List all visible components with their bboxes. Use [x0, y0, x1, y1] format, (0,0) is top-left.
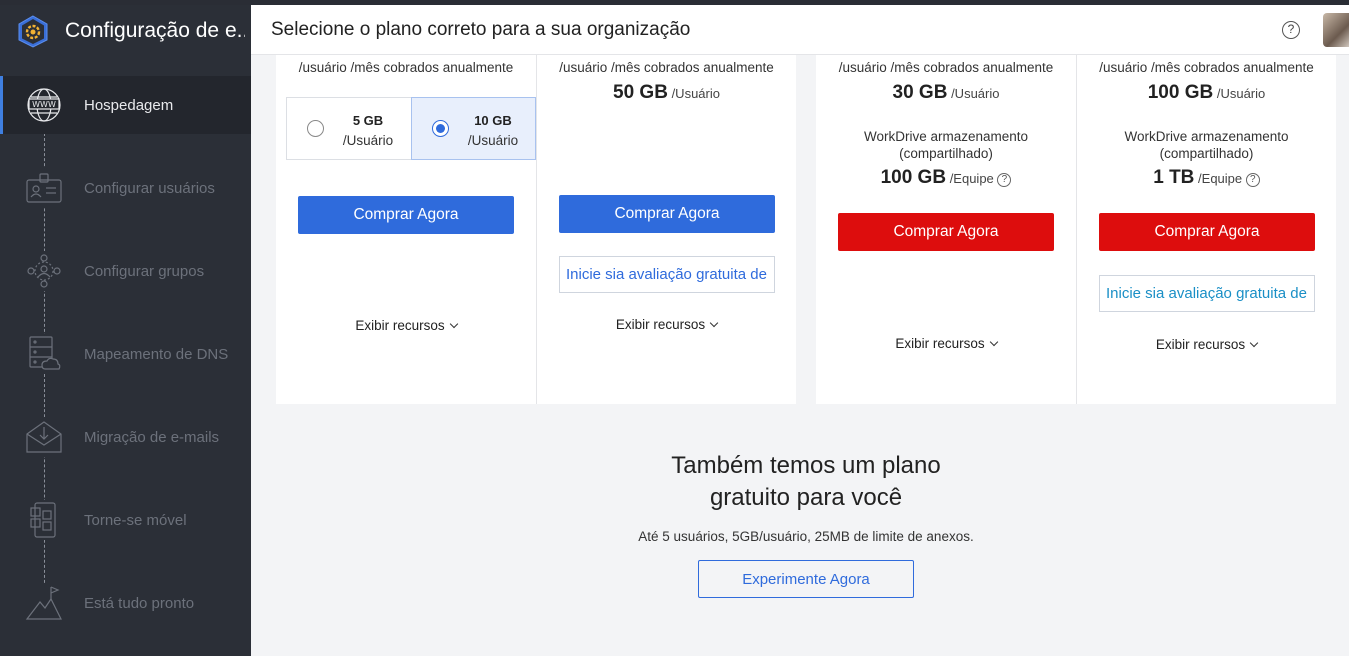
show-features-link[interactable]: Exibir recursos — [537, 317, 796, 332]
show-features-link[interactable]: Exibir recursos — [276, 318, 536, 333]
app-title: Configuração de e... — [65, 19, 245, 42]
info-icon[interactable]: ? — [1245, 172, 1260, 187]
radio-button-selected[interactable] — [432, 120, 449, 137]
mountain-flag-icon — [24, 583, 64, 623]
sidebar-step-migracao-emails[interactable]: Migração de e-mails — [0, 408, 251, 466]
buy-now-button[interactable]: Comprar Agora — [838, 213, 1054, 251]
sidebar-step-hospedagem[interactable]: WWW Hospedagem — [0, 76, 251, 134]
free-plan-title: Também temos um plano gratuito para você — [671, 452, 941, 511]
sidebar: Configuração de e... WWW Hospedagem Conf… — [0, 5, 251, 656]
billing-note: /usuário /mês cobrados anualmente — [1099, 60, 1314, 75]
billing-note: /usuário /mês cobrados anualmente — [838, 60, 1054, 75]
workdrive-label: WorkDrive armazenamento (compartilhado) — [1124, 129, 1289, 161]
plan-card-3: /usuário /mês cobrados anualmente 30 GB … — [816, 55, 1076, 404]
try-free-button[interactable]: Experimente Agora — [698, 560, 914, 598]
page-title: Selecione o plano correto para a sua org… — [271, 19, 691, 40]
sidebar-step-label: Configurar usuários — [84, 179, 215, 197]
storage-option-10gb[interactable]: 10 GB/Usuário — [411, 97, 536, 160]
sidebar-step-configurar-usuarios[interactable]: Configurar usuários — [0, 159, 251, 217]
help-icon[interactable]: ? — [1282, 21, 1300, 39]
chevron-down-icon — [1249, 338, 1259, 348]
start-trial-button[interactable]: Inicie sia avaliação gratuita de — [559, 256, 775, 293]
show-features-link[interactable]: Exibir recursos — [816, 336, 1076, 351]
sidebar-step-torne-se-movel[interactable]: Torne-se móvel — [0, 491, 251, 549]
buy-now-button[interactable]: Comprar Agora — [1099, 213, 1315, 251]
sidebar-step-configurar-grupos[interactable]: Configurar grupos — [0, 242, 251, 300]
workdrive-label: WorkDrive armazenamento (compartilhado) — [863, 129, 1029, 161]
info-icon[interactable]: ? — [997, 172, 1012, 187]
page-header: Selecione o plano correto para a sua org… — [251, 5, 1349, 55]
option-size: 5 GB — [352, 113, 384, 128]
sidebar-step-label: Migração de e-mails — [84, 428, 220, 446]
group-icon — [24, 251, 64, 291]
plan-card-2: /usuário /mês cobrados anualmente 50 GB … — [537, 55, 796, 404]
free-plan-subtitle: Até 5 usuários, 5GB/usuário, 25MB de lim… — [638, 529, 974, 544]
option-unit: /Usuário — [342, 133, 394, 148]
svg-text:WWW: WWW — [32, 100, 56, 109]
sidebar-step-label: Torne-se móvel — [84, 511, 187, 529]
www-globe-icon: WWW — [24, 85, 64, 125]
start-trial-button[interactable]: Inicie sia avaliação gratuita de — [1099, 275, 1315, 312]
sidebar-step-label: Está tudo pronto — [84, 594, 195, 612]
option-size: 10 GB — [474, 113, 512, 128]
show-features-link[interactable]: Exibir recursos — [1077, 337, 1336, 352]
chevron-down-icon — [989, 337, 998, 347]
workdrive-amount: 100 GB /Equipe ? — [816, 167, 1076, 189]
plan-card-4: /usuário /mês cobrados anualmente 100 GB… — [1077, 55, 1336, 404]
option-unit: /Usuário — [467, 133, 519, 148]
avatar[interactable] — [1323, 13, 1349, 47]
sidebar-step-label: Hospedagem — [84, 96, 174, 114]
workdrive-amount: 1 TB /Equipe ? — [1077, 167, 1336, 189]
sidebar-step-label: Configurar grupos — [84, 262, 205, 280]
billing-note: /usuário /mês cobrados anualmente — [559, 60, 774, 75]
settings-gear-logo-icon — [18, 15, 48, 48]
plan-card-1: /usuário /mês cobrados anualmente 5 GB/U… — [276, 55, 536, 404]
storage-amount: 50 GB /Usuário — [613, 82, 720, 103]
sidebar-step-esta-tudo-pronto[interactable]: Está tudo pronto — [0, 574, 251, 632]
storage-amount: 30 GB /Usuário — [892, 82, 1000, 103]
main-panel: Selecione o plano correto para a sua org… — [251, 5, 1349, 656]
billing-note: /usuário /mês cobrados anualmente — [298, 60, 514, 75]
radio-button[interactable] — [307, 120, 324, 137]
sidebar-step-mapeamento-dns[interactable]: Mapeamento de DNS — [0, 325, 251, 383]
mobile-icon — [24, 500, 64, 540]
storage-options: 5 GB/Usuário 10 GB/Usuário — [286, 97, 536, 160]
chevron-down-icon — [709, 318, 719, 328]
dns-server-icon — [24, 334, 64, 374]
buy-now-button[interactable]: Comprar Agora — [298, 196, 514, 234]
storage-option-5gb[interactable]: 5 GB/Usuário — [287, 98, 411, 159]
sidebar-step-label: Mapeamento de DNS — [84, 345, 229, 363]
user-id-card-icon — [24, 168, 64, 208]
mail-download-icon — [24, 417, 64, 457]
buy-now-button[interactable]: Comprar Agora — [559, 195, 775, 233]
sidebar-header: Configuração de e... — [0, 5, 251, 57]
chevron-down-icon — [449, 319, 458, 329]
storage-amount: 100 GB /Usuário — [1147, 82, 1266, 103]
